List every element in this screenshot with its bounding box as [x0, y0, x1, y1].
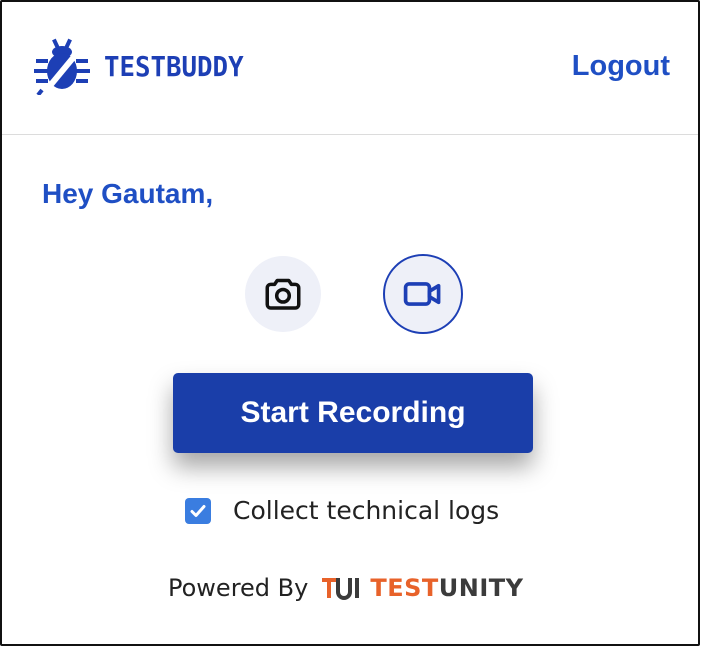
collect-logs-label: Collect technical logs	[233, 496, 500, 525]
collect-logs-option: Collect technical logs	[185, 496, 499, 525]
popup-header: TESTBUDDY Logout	[2, 2, 698, 135]
powered-by-footer: Powered By TESTUNITY	[168, 574, 524, 602]
camera-icon	[265, 278, 301, 310]
video-camera-icon	[403, 282, 441, 306]
testunity-wordmark: TESTUNITY	[370, 574, 524, 602]
extension-popup: TESTBUDDY Logout Hey Gautam, Start Recor…	[0, 0, 700, 646]
bug-icon	[34, 38, 90, 95]
collect-logs-checkbox[interactable]	[185, 497, 211, 524]
checkmark-icon	[190, 504, 206, 517]
testbuddy-logo: TESTBUDDY	[32, 37, 256, 95]
brand-name: TESTBUDDY	[104, 49, 244, 83]
screenshot-mode-button[interactable]	[245, 256, 321, 332]
video-mode-button[interactable]	[383, 254, 463, 334]
greeting-text: Hey Gautam,	[42, 178, 214, 209]
powered-by-label: Powered By	[168, 574, 309, 602]
testunity-mark-icon	[322, 578, 360, 600]
logout-link[interactable]: Logout	[572, 50, 670, 83]
testunity-logo: TESTUNITY	[322, 574, 523, 602]
start-recording-button[interactable]: Start Recording	[173, 373, 533, 453]
